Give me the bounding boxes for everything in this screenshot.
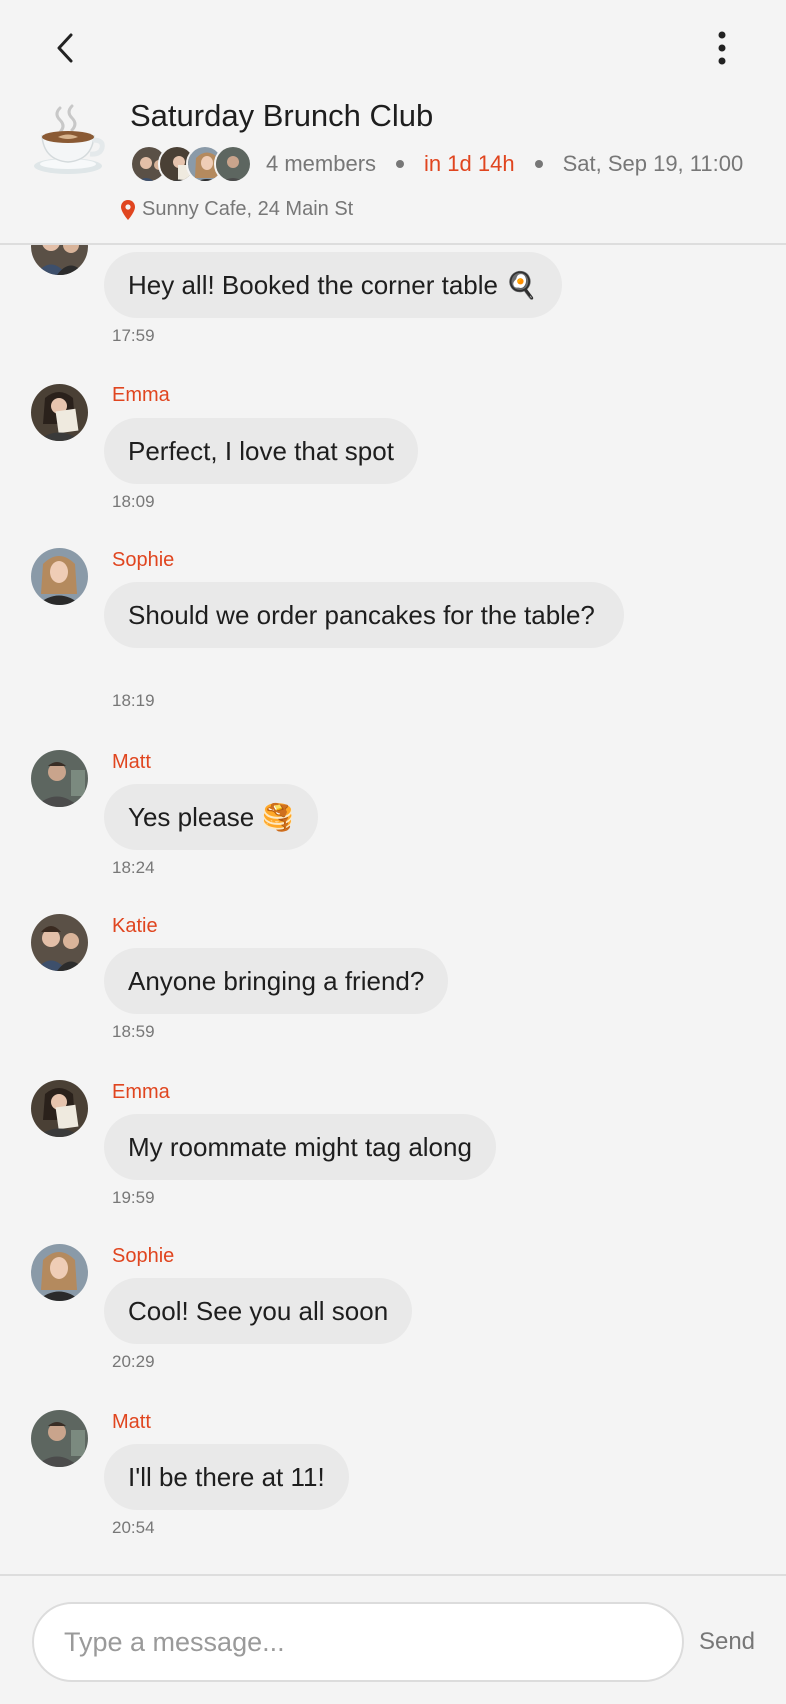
chevron-left-icon: [57, 33, 73, 63]
coffee-cup-icon: [30, 100, 106, 176]
member-count[interactable]: 4 members: [266, 151, 376, 177]
avatar-matt[interactable]: [31, 750, 88, 807]
message-time: 18:59: [112, 1022, 155, 1041]
message-time: 18:19: [112, 691, 155, 710]
message-text: Cool! See you all soon: [128, 1296, 389, 1326]
send-button[interactable]: Send: [690, 1602, 764, 1682]
member-avatar: [214, 145, 252, 183]
message-sender: Sophie: [112, 1245, 175, 1267]
avatar-emma[interactable]: [31, 1080, 88, 1137]
event-datetime: Sat, Sep 19, 11:00: [562, 151, 744, 176]
separator-dot: [396, 160, 405, 168]
message-text: My roommate might tag along: [128, 1132, 472, 1162]
message-time: 20:29: [112, 1352, 155, 1371]
member-avatars[interactable]: [130, 145, 254, 185]
map-pin-icon: [120, 199, 136, 221]
avatar-katie[interactable]: [31, 914, 88, 971]
message-time: 20:54: [112, 1518, 155, 1537]
message-bubble[interactable]: Anyone bringing a friend?: [104, 948, 449, 1014]
message-bubble[interactable]: Cool! See you all soon: [104, 1278, 413, 1344]
message-bubble[interactable]: Hey all! Booked the corner table 🍳: [104, 252, 562, 318]
group-title: Saturday Brunch Club: [130, 98, 434, 133]
avatar-sophie[interactable]: [31, 548, 88, 605]
message-text: Yes please 🥞: [128, 802, 294, 832]
separator-dot: [534, 160, 543, 168]
message-sender: Emma: [112, 384, 170, 406]
message-time: 17:59: [112, 326, 155, 345]
more-options-button[interactable]: [700, 28, 744, 68]
back-button[interactable]: [48, 28, 82, 68]
avatar-emma[interactable]: [31, 384, 88, 441]
message-bubble[interactable]: Should we order pancakes for the table?: [104, 582, 624, 648]
message-time: 18:24: [112, 858, 155, 877]
avatar-matt[interactable]: [31, 1410, 88, 1467]
chat-header: Saturday Brunch Club 4 members in 1d 14h…: [0, 0, 786, 245]
more-vertical-icon: [718, 31, 726, 65]
message-sender: Matt: [112, 751, 151, 773]
message-text: Anyone bringing a friend?: [128, 966, 425, 996]
message-input[interactable]: [32, 1602, 684, 1682]
message-bubble[interactable]: My roommate might tag along: [104, 1114, 496, 1180]
message-time: 18:09: [112, 492, 155, 511]
message-bubble[interactable]: Yes please 🥞: [104, 784, 318, 850]
message-sender: Matt: [112, 1411, 151, 1433]
message-sender: Katie: [112, 915, 158, 937]
message-text: Hey all! Booked the corner table 🍳: [128, 270, 538, 300]
avatar-sophie[interactable]: [31, 1244, 88, 1301]
location-text: Sunny Cafe, 24 Main St: [142, 198, 354, 220]
message-sender: Emma: [112, 1081, 170, 1103]
event-meta: 4 members in 1d 14h Sat, Sep 19, 11:00: [266, 148, 743, 180]
message-sender: Sophie: [112, 549, 175, 571]
message-text: Perfect, I love that spot: [128, 436, 394, 466]
message-bubble[interactable]: I'll be there at 11!: [104, 1444, 349, 1510]
message-text: I'll be there at 11!: [128, 1462, 325, 1492]
message-time: 19:59: [112, 1188, 155, 1207]
event-location[interactable]: Sunny Cafe, 24 Main St: [120, 198, 353, 221]
message-text: Should we order pancakes for the table?: [128, 600, 595, 630]
message-bubble[interactable]: Perfect, I love that spot: [104, 418, 418, 484]
message-composer: Send: [0, 1574, 786, 1704]
event-countdown: in 1d 14h: [424, 151, 515, 176]
